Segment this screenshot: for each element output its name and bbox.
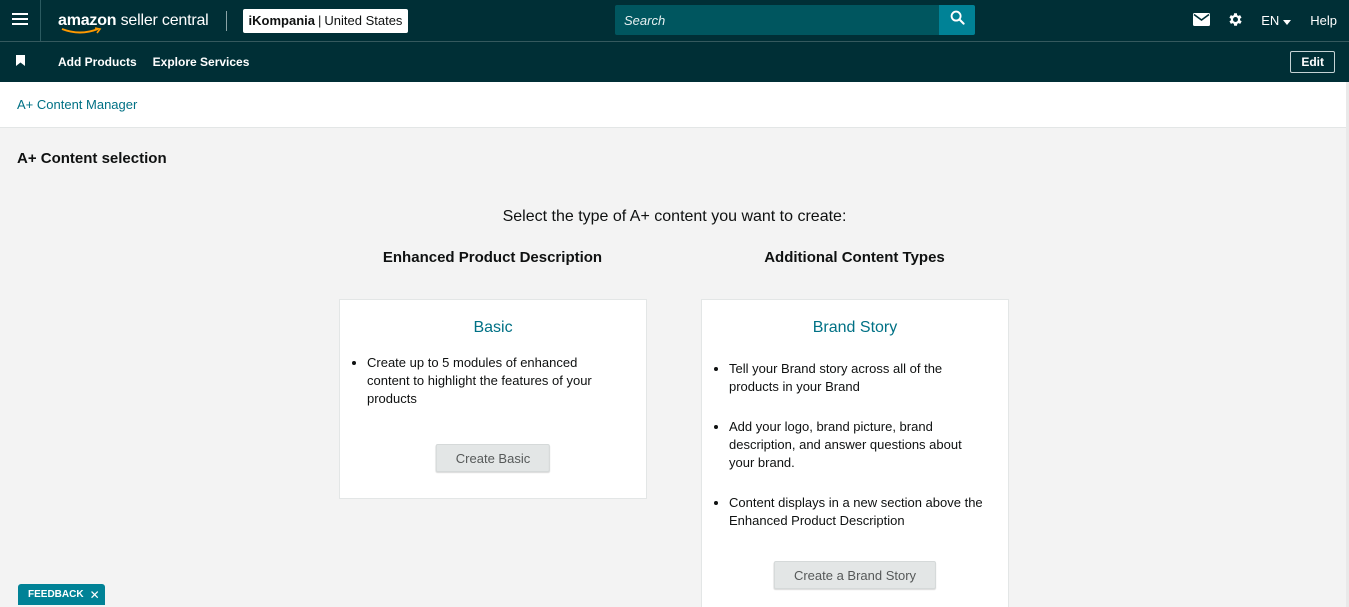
breadcrumb-a-plus-content-manager[interactable]: A+ Content Manager (17, 97, 137, 112)
hamburger-icon (12, 12, 28, 30)
search-icon (950, 10, 965, 30)
breadcrumb: A+ Content Manager (0, 82, 1349, 128)
search-input[interactable] (615, 5, 939, 35)
additional-types-heading: Additional Content Types (764, 249, 945, 266)
language-label: EN (1261, 13, 1280, 28)
top-header: amazon seller central iKompania | United… (0, 0, 1349, 41)
feedback-tab[interactable]: FEEDBACK ✕ (18, 584, 105, 605)
seller-central-logo[interactable]: amazon seller central (58, 11, 209, 33)
selection-prompt: Select the type of A+ content you want t… (0, 208, 1349, 226)
list-item: Create up to 5 modules of enhanced conte… (367, 354, 622, 408)
list-item: Add your logo, brand picture, brand desc… (729, 418, 984, 472)
caret-down-icon (1283, 13, 1292, 28)
logo-product: seller central (116, 11, 209, 29)
feedback-label: FEEDBACK (28, 589, 84, 600)
account-switcher[interactable]: iKompania | United States (242, 8, 409, 33)
edit-shortcuts-button[interactable]: Edit (1290, 51, 1335, 73)
header-divider (225, 10, 227, 31)
list-item: Tell your Brand story across all of the … (729, 360, 984, 396)
logo-smile-icon (61, 26, 102, 33)
create-basic-button[interactable]: Create Basic (435, 444, 551, 472)
menu-button[interactable] (0, 0, 41, 41)
basic-card-title: Basic (473, 319, 513, 336)
help-link[interactable]: Help (1310, 13, 1337, 28)
account-region: United States (324, 13, 403, 28)
messages-button[interactable] (1193, 12, 1211, 29)
selection-prompt-text: Select the type of A+ content you want t… (502, 208, 847, 225)
brand-story-card-bullets: Tell your Brand story across all of the … (702, 360, 1008, 530)
bookmark-icon (16, 53, 25, 71)
account-name: iKompania (248, 13, 315, 28)
brand-story-card-title: Brand Story (812, 319, 898, 336)
header-actions: EN Help (1193, 0, 1337, 41)
settings-button[interactable] (1227, 11, 1244, 31)
search-bar (615, 5, 975, 35)
account-separator: | (318, 13, 322, 28)
mail-icon (1193, 12, 1211, 29)
page-title: A+ Content selection (17, 150, 167, 167)
bookmark-button[interactable] (0, 53, 41, 71)
gear-icon (1227, 11, 1244, 31)
nav-add-products[interactable]: Add Products (58, 55, 137, 69)
language-selector[interactable]: EN (1261, 13, 1292, 28)
basic-card-bullets: Create up to 5 modules of enhanced conte… (340, 354, 646, 408)
basic-card: Basic Create up to 5 modules of enhanced… (339, 299, 647, 499)
close-icon[interactable]: ✕ (90, 588, 100, 602)
shortcut-bar: Add Products Explore Services Edit (0, 41, 1349, 82)
list-item: Content displays in a new section above … (729, 494, 984, 530)
enhanced-description-heading: Enhanced Product Description (382, 249, 603, 266)
nav-explore-services[interactable]: Explore Services (153, 55, 250, 69)
create-brand-story-button[interactable]: Create a Brand Story (773, 561, 937, 589)
search-button[interactable] (939, 5, 975, 35)
brand-story-card: Brand Story Tell your Brand story across… (701, 299, 1009, 607)
